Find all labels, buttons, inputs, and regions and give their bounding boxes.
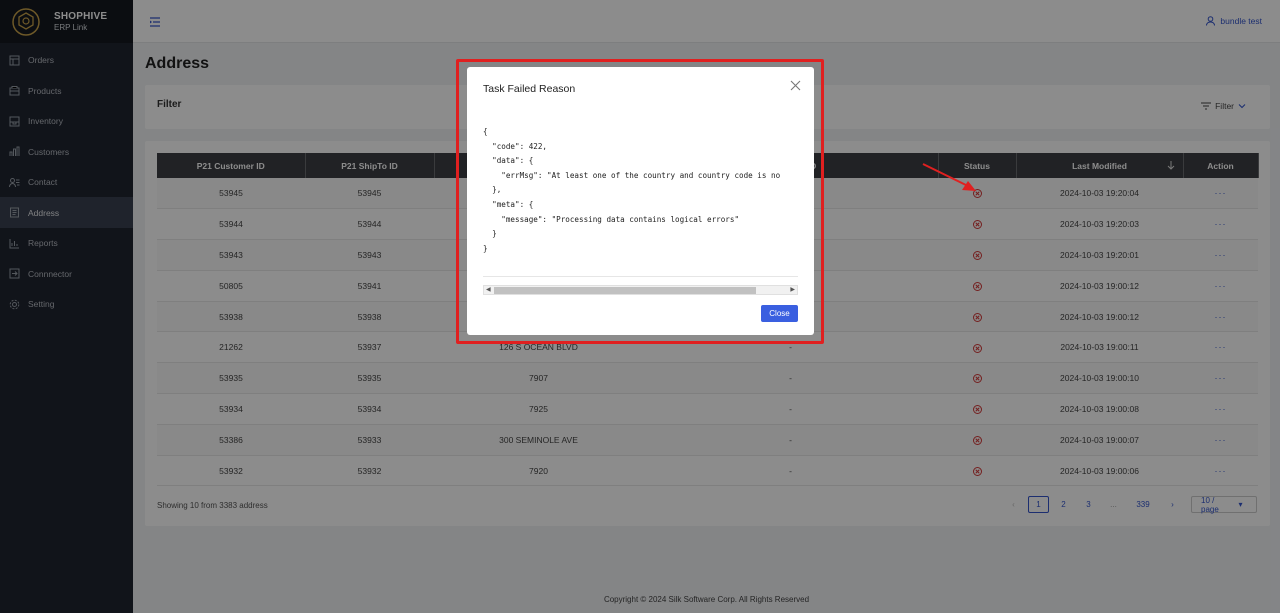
annotation-arrow-icon [922, 163, 976, 191]
annotation-highlight-box [456, 59, 824, 344]
